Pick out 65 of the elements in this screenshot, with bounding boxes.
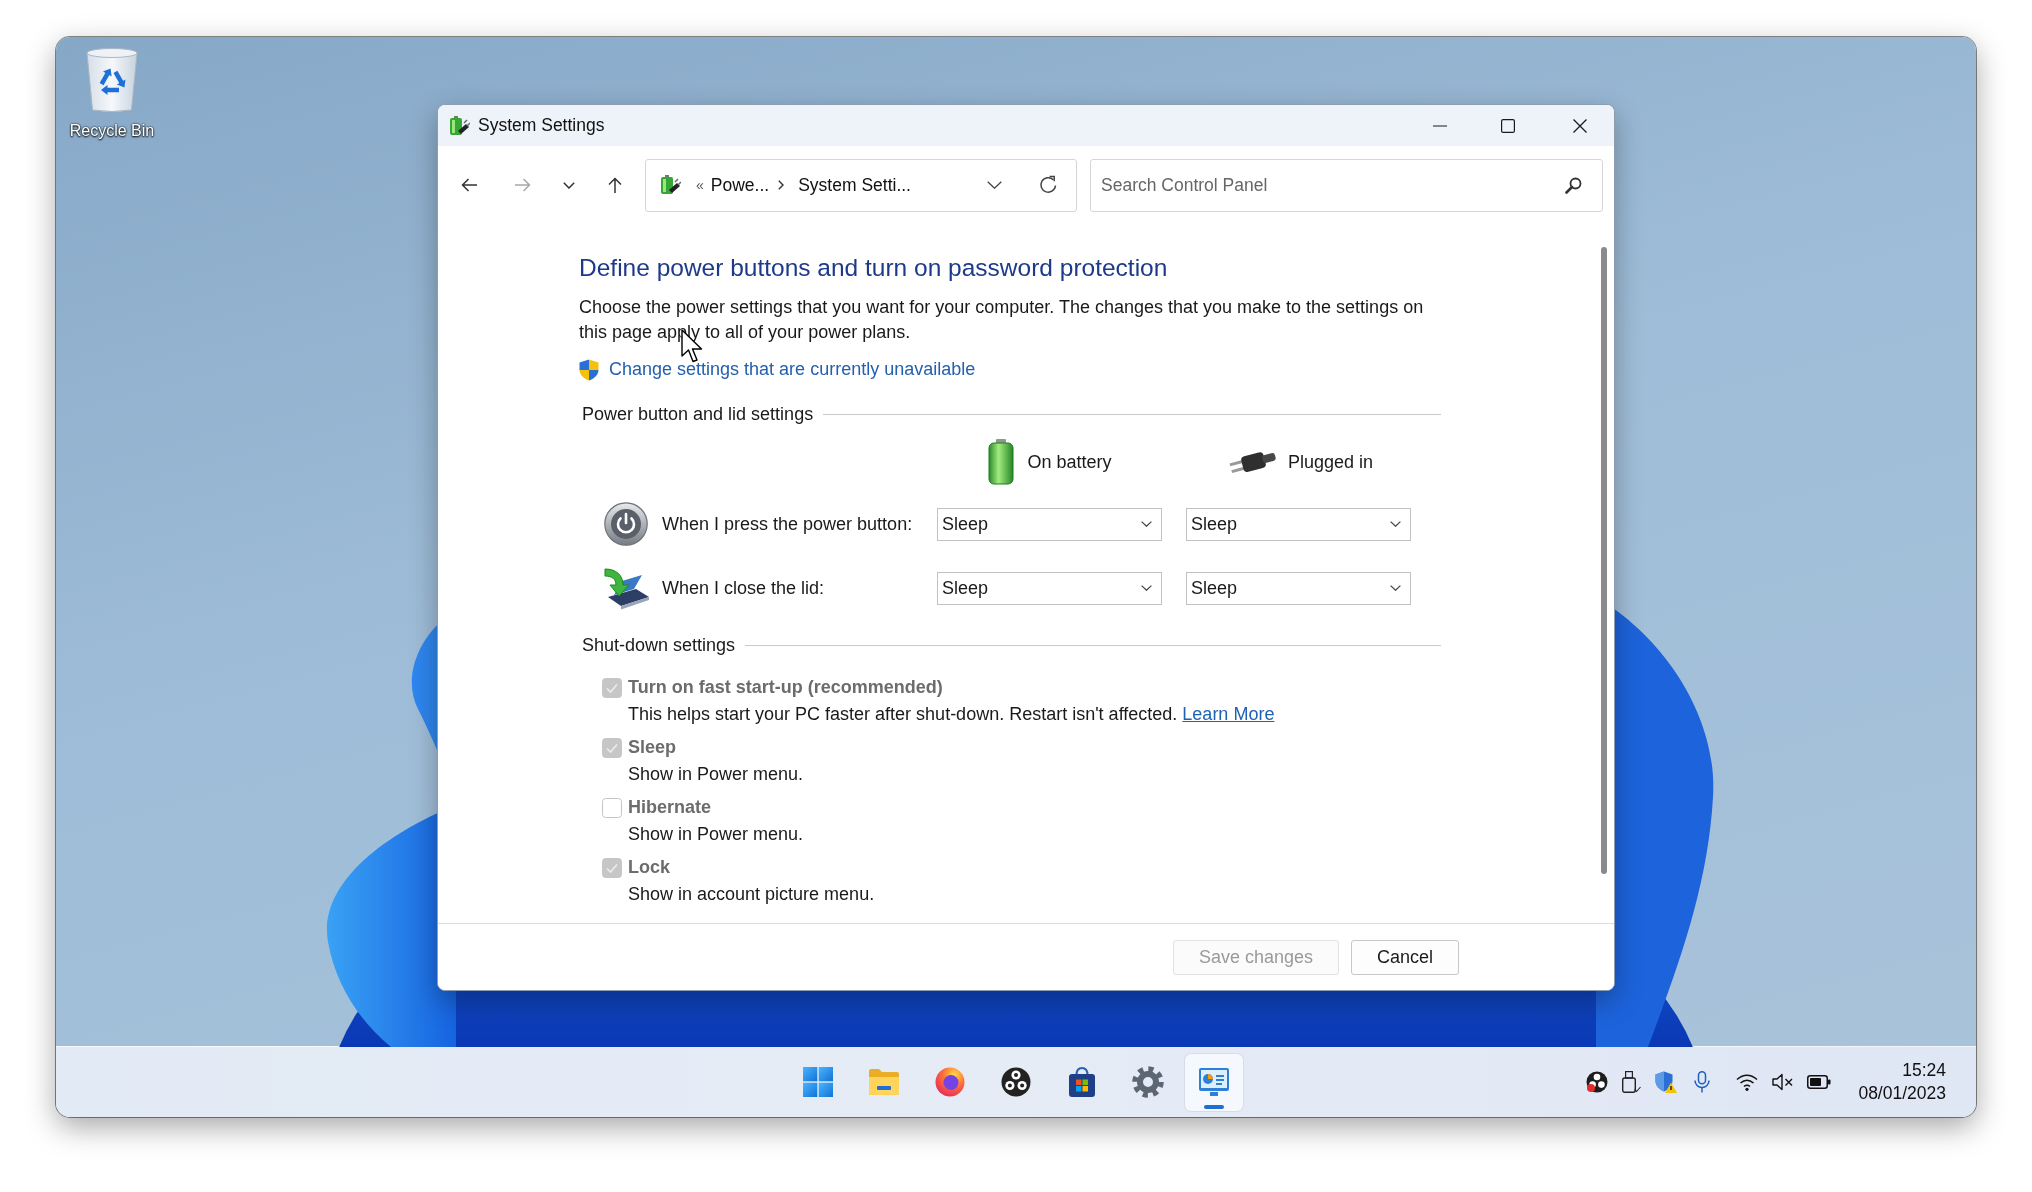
breadcrumb-item[interactable]: System Setti...: [798, 174, 911, 196]
battery-icon: [987, 439, 1016, 485]
chevron-right-icon[interactable]: [778, 180, 785, 190]
chevron-down-icon: [1390, 521, 1401, 527]
option-label: Hibernate: [628, 797, 712, 818]
refresh-icon[interactable]: [1038, 175, 1058, 195]
option-description: This helps start your PC faster after shut-down. Restart isn't affected. Learn More: [628, 703, 1276, 726]
usb-drive-icon[interactable]: [1622, 1071, 1642, 1093]
breadcrumb-item[interactable]: Powe...: [710, 174, 770, 196]
up-arrow-icon[interactable]: [608, 176, 622, 194]
shield-warning-icon[interactable]: [1655, 1071, 1678, 1093]
globe-icon: [935, 1067, 965, 1097]
page-heading: Define power buttons and turn on password protection: [579, 253, 1169, 283]
chevron-down-icon: [1141, 521, 1152, 527]
folder-icon: [868, 1068, 900, 1096]
breadcrumb-overflow[interactable]: «: [696, 177, 704, 193]
option-label: Sleep: [628, 737, 677, 758]
address-bar[interactable]: « Powe... System Setti...: [645, 158, 1077, 212]
clock-date[interactable]: 08/01/2023: [1858, 1082, 1946, 1105]
close-icon[interactable]: [1573, 118, 1587, 133]
option-description: Show in Power menu.: [628, 763, 805, 786]
four-squares-icon: [802, 1066, 834, 1098]
battery-plug-icon: [448, 114, 470, 137]
section-title: Power button and lid settings: [581, 403, 814, 426]
chevron-down-icon[interactable]: [987, 181, 1002, 189]
power-button-icon: [604, 502, 648, 546]
back-arrow-icon[interactable]: [461, 178, 478, 192]
dialog-button[interactable]: Cancel: [1350, 939, 1459, 975]
laptop-arrow-icon: [604, 566, 650, 610]
search-icon[interactable]: [1565, 176, 1582, 194]
section-title: Shut-down settings: [581, 634, 736, 657]
minimize-icon[interactable]: [1433, 124, 1447, 127]
option-label: Lock: [628, 857, 670, 878]
dropdown[interactable]: Sleep: [937, 571, 1162, 605]
chevron-down-icon: [1390, 585, 1401, 591]
option-description: Show in Power menu.: [628, 823, 805, 846]
microphone-icon[interactable]: [1694, 1071, 1711, 1093]
dropdown[interactable]: Sleep: [1186, 571, 1411, 605]
battery-icon[interactable]: [1807, 1075, 1832, 1089]
maximize-icon[interactable]: [1501, 118, 1515, 133]
chevron-down-icon: [1141, 585, 1152, 591]
search-field[interactable]: Search Control Panel: [1090, 158, 1603, 212]
window-title: System Settings: [478, 115, 605, 136]
setting-label: When I press the power button:: [662, 513, 914, 535]
scrollbar-thumb[interactable]: [1601, 247, 1607, 874]
option-label: Turn on fast start-up (recommended): [628, 677, 943, 698]
column-header: Plugged in: [1287, 451, 1374, 473]
chart-monitor-icon: [1198, 1067, 1230, 1097]
chevron-down-icon[interactable]: [563, 181, 575, 189]
wifi-icon[interactable]: [1736, 1073, 1759, 1091]
shield-icon: [579, 358, 599, 381]
swirl-disc-icon[interactable]: [1586, 1071, 1609, 1093]
option-description: Show in account picture menu.: [628, 883, 876, 906]
setting-label: When I close the lid:: [662, 577, 826, 599]
clock-time[interactable]: 15:24: [1902, 1059, 1946, 1082]
speaker-muted-icon[interactable]: [1772, 1073, 1794, 1091]
column-header: On battery: [1027, 451, 1112, 473]
dropdown[interactable]: Sleep: [1186, 507, 1411, 541]
gear-icon: [1132, 1066, 1164, 1098]
swirl-disc-icon: [1001, 1067, 1031, 1097]
shopping-bag-icon: [1068, 1066, 1096, 1098]
dropdown[interactable]: Sleep: [937, 507, 1162, 541]
recycle-bin-icon[interactable]: [84, 47, 140, 113]
change-settings-link[interactable]: Change settings that are currently unavailable: [609, 357, 976, 382]
battery-plug-icon: [659, 174, 681, 196]
